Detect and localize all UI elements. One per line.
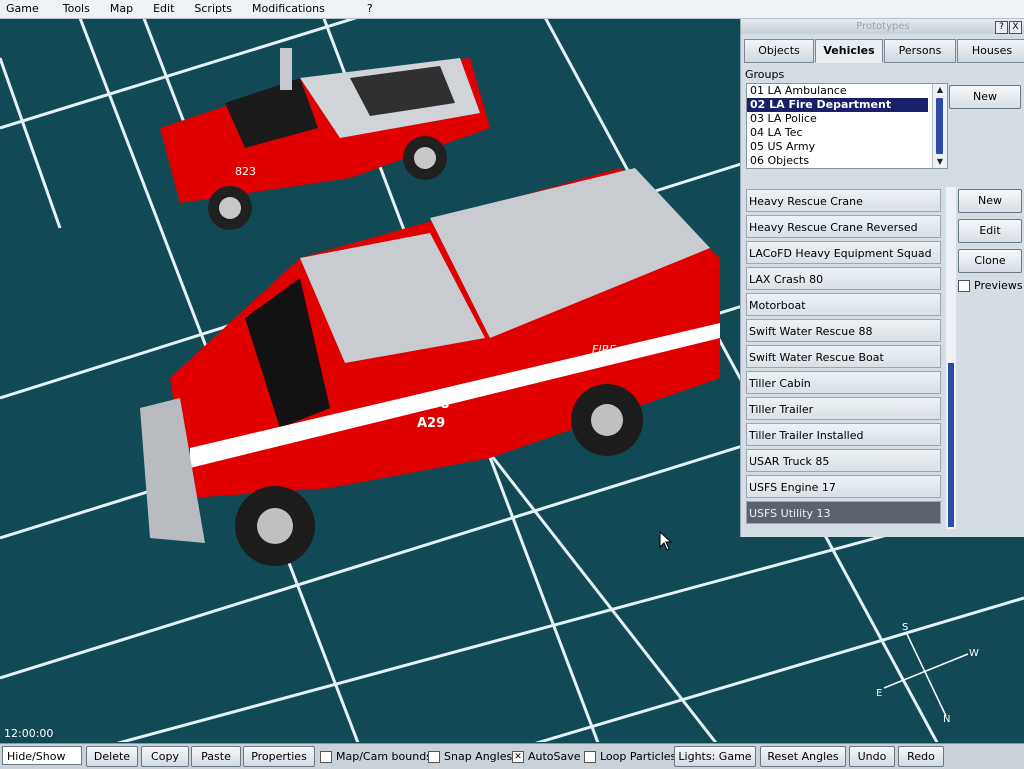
loop-particles-checkbox[interactable]	[584, 750, 596, 763]
lights-button[interactable]: Lights: Game	[674, 746, 756, 767]
compass-s: S	[902, 622, 909, 633]
tab-persons[interactable]: Persons	[884, 39, 956, 63]
previews-checkbox[interactable]	[958, 279, 970, 292]
prototype-item[interactable]: USFS Engine 17	[746, 475, 941, 498]
compass-w: W	[969, 648, 979, 659]
pickup-truck-model[interactable]: 823	[160, 48, 490, 230]
hide-show-field[interactable]: Hide/Show	[2, 746, 82, 765]
loop-particles-label: Loop Particles	[600, 750, 677, 763]
group-item[interactable]: 03 LA Police	[747, 112, 928, 126]
prototype-edit-button[interactable]: Edit	[958, 219, 1022, 243]
prototype-item[interactable]: USAR Truck 85	[746, 449, 941, 472]
autosave-checkbox[interactable]: ✕	[512, 750, 524, 763]
compass-n: N	[943, 714, 951, 725]
prototype-item[interactable]: Tiller Cabin	[746, 371, 941, 394]
prototype-item-selected[interactable]: USFS Utility 13	[746, 501, 941, 524]
previews-label: Previews	[974, 279, 1023, 292]
properties-button[interactable]: Properties	[243, 746, 315, 767]
prototype-item[interactable]: Tiller Trailer Installed	[746, 423, 941, 446]
compass: S W E N	[870, 620, 990, 730]
compass-rose-icon	[883, 631, 969, 717]
engine-side-text: FIRE	[592, 343, 616, 356]
prototype-clone-button[interactable]: Clone	[958, 249, 1022, 273]
delete-button[interactable]: Delete	[86, 746, 138, 767]
group-item[interactable]: 05 US Army	[747, 140, 928, 154]
prototype-item[interactable]: LAX Crash 80	[746, 267, 941, 290]
snap-angles-checkbox[interactable]	[428, 750, 440, 763]
previews-toggle[interactable]: Previews	[958, 279, 1023, 292]
group-item[interactable]: 06 Objects	[747, 154, 928, 168]
prototype-item[interactable]: Heavy Rescue Crane Reversed	[746, 215, 941, 238]
tab-houses[interactable]: Houses	[957, 39, 1024, 63]
tab-objects[interactable]: Objects	[744, 39, 814, 63]
redo-button[interactable]: Redo	[898, 746, 944, 767]
reset-angles-button[interactable]: Reset Angles	[760, 746, 846, 767]
loop-particles-toggle[interactable]: Loop Particles	[584, 747, 676, 766]
prototype-item[interactable]: LACoFD Heavy Equipment Squad 1	[746, 241, 941, 283]
compass-e: E	[876, 688, 883, 699]
prototype-item[interactable]: Swift Water Rescue 88	[746, 319, 941, 342]
groups-scrollbar[interactable]: ▲ ▼	[932, 84, 947, 168]
menu-modifications[interactable]: Modifications	[246, 0, 331, 18]
groups-list[interactable]: 01 LA Ambulance 02 LA Fire Department 03…	[746, 83, 948, 169]
map-cam-bounds-toggle[interactable]: Map/Cam bounds	[320, 747, 432, 766]
pickup-label: 823	[235, 165, 256, 178]
map-cam-bounds-label: Map/Cam bounds	[336, 750, 432, 763]
prototype-new-button[interactable]: New	[958, 189, 1022, 213]
tab-vehicles[interactable]: Vehicles	[815, 39, 883, 63]
menu-scripts[interactable]: Scripts	[188, 0, 238, 18]
snap-angles-toggle[interactable]: Snap Angles	[428, 747, 512, 766]
menu-tools[interactable]: Tools	[57, 0, 96, 18]
menu-bar: Game Tools Map Edit Scripts Modification…	[0, 0, 1024, 19]
engine-label: NJFFS	[410, 397, 450, 411]
panel-title-bar[interactable]: Prototypes ? X	[741, 19, 1024, 34]
prototype-item[interactable]: Motorboat	[746, 293, 941, 316]
panel-title: Prototypes	[856, 21, 910, 32]
group-item-selected[interactable]: 02 LA Fire Department	[747, 98, 928, 112]
prototype-item[interactable]: Heavy Rescue Crane	[746, 189, 941, 212]
group-item[interactable]: 01 LA Ambulance	[747, 84, 928, 98]
menu-help[interactable]: ?	[361, 0, 379, 18]
groups-label: Groups	[745, 68, 785, 81]
scroll-down-icon[interactable]: ▼	[933, 156, 947, 168]
prototype-list[interactable]: Heavy Rescue Crane Heavy Rescue Crane Re…	[746, 187, 956, 529]
prototype-tabs: Objects Vehicles Persons Houses	[744, 39, 1024, 63]
menu-edit[interactable]: Edit	[147, 0, 180, 18]
mouse-cursor-icon	[659, 531, 673, 551]
menu-map[interactable]: Map	[104, 0, 139, 18]
panel-help-button[interactable]: ?	[995, 21, 1008, 34]
prototype-item[interactable]: Swift Water Rescue Boat	[746, 345, 941, 368]
group-item[interactable]: 04 LA Tec	[747, 126, 928, 140]
engine-sublabel: A29	[417, 416, 445, 431]
copy-button[interactable]: Copy	[141, 746, 189, 767]
paste-button[interactable]: Paste	[191, 746, 241, 767]
map-cam-bounds-checkbox[interactable]	[320, 750, 332, 763]
scroll-up-icon[interactable]: ▲	[933, 84, 947, 96]
groups-scroll-thumb[interactable]	[936, 98, 943, 154]
panel-close-button[interactable]: X	[1009, 21, 1022, 34]
game-clock: 12:00:00	[4, 727, 54, 740]
prototype-item[interactable]: Tiller Trailer	[746, 397, 941, 420]
autosave-toggle[interactable]: ✕ AutoSave	[512, 747, 581, 766]
bottom-toolbar: Hide/Show Delete Copy Paste Properties M…	[0, 743, 1024, 769]
prototype-scrollbar[interactable]	[946, 187, 956, 529]
snap-angles-label: Snap Angles	[444, 750, 513, 763]
group-new-button[interactable]: New	[949, 85, 1021, 109]
prototype-scroll-thumb[interactable]	[948, 363, 954, 527]
prototypes-panel: Prototypes ? X Objects Vehicles Persons …	[740, 19, 1024, 537]
menu-game[interactable]: Game	[0, 0, 45, 18]
autosave-label: AutoSave	[528, 750, 581, 763]
undo-button[interactable]: Undo	[849, 746, 895, 767]
